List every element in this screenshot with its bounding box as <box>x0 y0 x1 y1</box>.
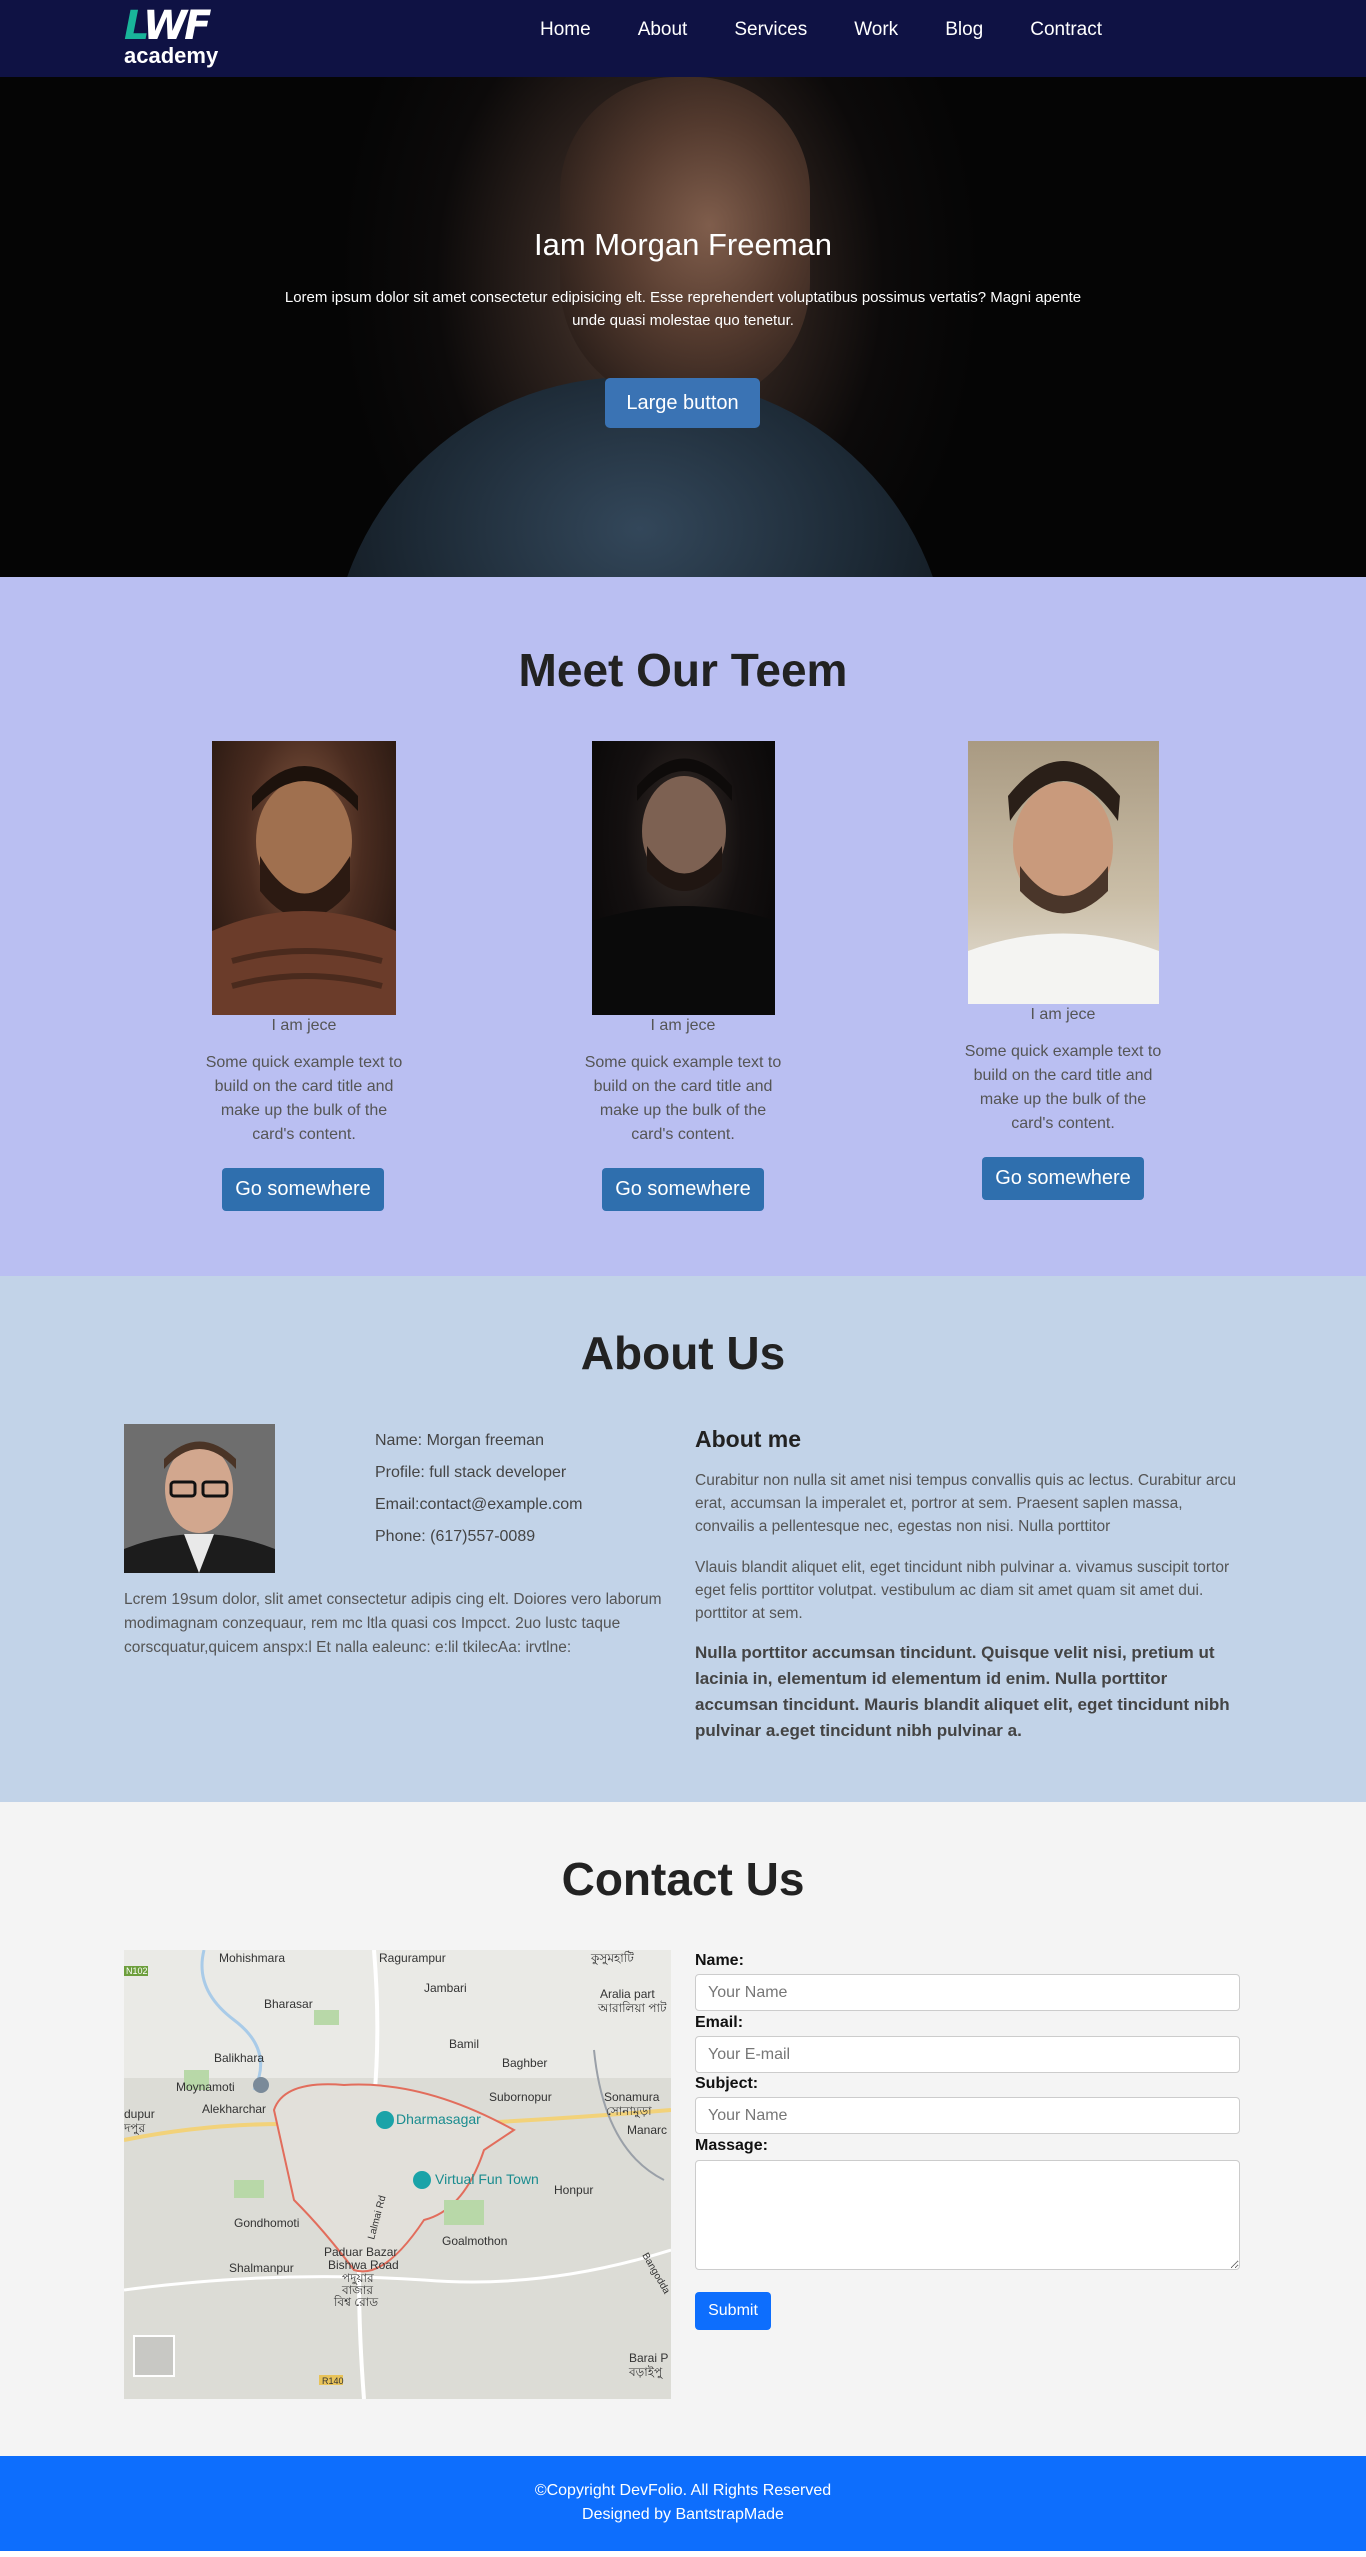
team-card-2: I am jece Some quick example text to bui… <box>580 741 786 1211</box>
about-title: About Us <box>580 1327 786 1379</box>
map-label: Paduar Bazar <box>324 2245 397 2259</box>
footer: ©Copyright DevFolio. All Rights Reserved… <box>0 2456 1366 2551</box>
map-label: সোনামুড়া <box>606 2104 652 2119</box>
map-label: Mohishmara <box>219 1951 285 1965</box>
map-label: Baghber <box>502 2056 547 2070</box>
map-label: Goalmothon <box>442 2234 507 2248</box>
nav-menu: Home About Services Work Blog Contract <box>540 0 1149 60</box>
about-lorem-text: Lcrem 19sum dolor, slit amet consectetur… <box>124 1591 662 1656</box>
map-label: Ragurampur <box>379 1951 446 1965</box>
team-title: Meet Our Teem <box>518 644 848 696</box>
map-label: Bishwa Road <box>328 2258 399 2272</box>
logo-subtitle: academy <box>124 43 219 68</box>
footer-credit: Designed by BantstrapMade <box>582 2506 784 2523</box>
map-label: Balikhara <box>214 2051 264 2065</box>
map-label: Alekharchar <box>202 2102 266 2116</box>
subject-label: Subject: <box>695 2075 759 2092</box>
contact-title: Contact Us <box>561 1853 805 1905</box>
team-name-2: I am jece <box>650 1017 716 1034</box>
contact-section: Contact Us Mohishmara Ragurampur কুসুমহা… <box>0 1802 1366 2456</box>
name-input[interactable] <box>695 1974 1240 2011</box>
map-label: dupur <box>124 2107 155 2121</box>
map-label: Virtual Fun Town <box>435 2171 539 2187</box>
go-somewhere-button-3[interactable]: Go somewhere <box>982 1157 1144 1200</box>
name-label: Name: <box>695 1952 744 1969</box>
hero-title: Iam Morgan Freeman <box>533 227 833 262</box>
team-photo-1 <box>212 741 396 1015</box>
nav-home[interactable]: Home <box>540 19 591 41</box>
hero-text: Lorem ipsum dolor sit amet consectetur e… <box>284 289 1082 329</box>
map-label: Manarc <box>627 2123 667 2137</box>
map-label: Honpur <box>554 2183 593 2197</box>
map-label: Shalmanpur <box>229 2261 294 2275</box>
team-name-3: I am jece <box>1030 1006 1096 1023</box>
team-desc-3: Some quick example text to build on the … <box>964 1043 1162 1132</box>
go-somewhere-button-2[interactable]: Go somewhere <box>602 1168 764 1211</box>
team-name-1: I am jece <box>271 1017 337 1034</box>
team-section: Meet Our Teem I am jece Some quick examp… <box>0 577 1366 1276</box>
team-photo-2 <box>592 741 775 1015</box>
large-button[interactable]: Large button <box>605 378 760 428</box>
team-card-1: I am jece Some quick example text to bui… <box>200 741 408 1211</box>
map-label: কুসুমহাটি <box>590 1951 634 1966</box>
map-label: Subornopur <box>489 2090 552 2104</box>
map-label: Jambari <box>424 1981 467 1995</box>
nav-services[interactable]: Services <box>734 19 807 41</box>
nav-blog[interactable]: Blog <box>945 19 983 41</box>
page: LWF academy Home About Services Work Blo… <box>0 0 1366 2557</box>
hero-section: Iam Morgan Freeman Lorem ipsum dolor sit… <box>0 77 1366 577</box>
email-input[interactable] <box>695 2036 1240 2073</box>
map-label: Barai P <box>629 2351 668 2365</box>
map-label: N102 <box>126 1966 148 1976</box>
submit-button[interactable]: Submit <box>695 2292 771 2330</box>
nav-contract[interactable]: Contract <box>1030 19 1102 41</box>
message-textarea[interactable] <box>695 2160 1240 2270</box>
about-email: Email:contact@example.com <box>375 1496 583 1513</box>
message-label: Massage: <box>695 2137 768 2154</box>
email-label: Email: <box>695 2014 744 2031</box>
map-label: Moynamoti <box>176 2080 235 2094</box>
footer-copyright: ©Copyright DevFolio. All Rights Reserved <box>534 2482 832 2499</box>
team-card-3: I am jece Some quick example text to bui… <box>960 741 1166 1201</box>
logo-mark: LWF <box>124 4 211 48</box>
team-desc-2: Some quick example text to build on the … <box>584 1054 782 1143</box>
team-photo-3 <box>968 741 1159 1004</box>
about-profile: Profile: full stack developer <box>375 1464 567 1481</box>
go-somewhere-button-1[interactable]: Go somewhere <box>222 1168 384 1211</box>
about-photo <box>124 1424 275 1573</box>
about-section: About Us Name: Morgan freeman Profile: f… <box>0 1276 1366 1802</box>
subject-input[interactable] <box>695 2097 1240 2134</box>
map-label: বড়াইপু <box>628 2365 663 2380</box>
map[interactable]: Mohishmara Ragurampur কুসুমহাটি Bharasar… <box>124 1950 671 2399</box>
about-paragraph-1: Curabitur non nulla sit amet nisi tempus… <box>695 1472 1237 1535</box>
map-label: R140 <box>322 2376 344 2386</box>
nav-work[interactable]: Work <box>854 19 898 41</box>
nav-about[interactable]: About <box>638 19 688 41</box>
map-label: Gondhomoti <box>234 2216 299 2230</box>
about-paragraph-2: Vlauis blandit aliquet elit, eget tincid… <box>695 1559 1230 1622</box>
about-me-title: About me <box>695 1426 802 1452</box>
map-label: Sonamura <box>604 2090 660 2104</box>
map-label: বিশ্ব রোড <box>333 2295 378 2309</box>
map-label: দপুর <box>124 2121 145 2136</box>
navbar: LWF academy Home About Services Work Blo… <box>0 0 1366 77</box>
about-bold-paragraph: Nulla porttitor accumsan tincidunt. Quis… <box>695 1643 1230 1740</box>
map-label: Bamil <box>449 2037 479 2051</box>
about-name: Name: Morgan freeman <box>375 1432 544 1449</box>
logo[interactable]: LWF academy <box>124 4 228 70</box>
team-desc-1: Some quick example text to build on the … <box>205 1054 403 1143</box>
map-label: আরালিয়া পাট <box>597 2001 667 2015</box>
about-phone: Phone: (617)557-0089 <box>375 1528 536 1545</box>
map-label: Dharmasagar <box>396 2111 481 2127</box>
map-label: Bharasar <box>264 1997 313 2011</box>
map-label: Aralia part <box>600 1987 655 2001</box>
